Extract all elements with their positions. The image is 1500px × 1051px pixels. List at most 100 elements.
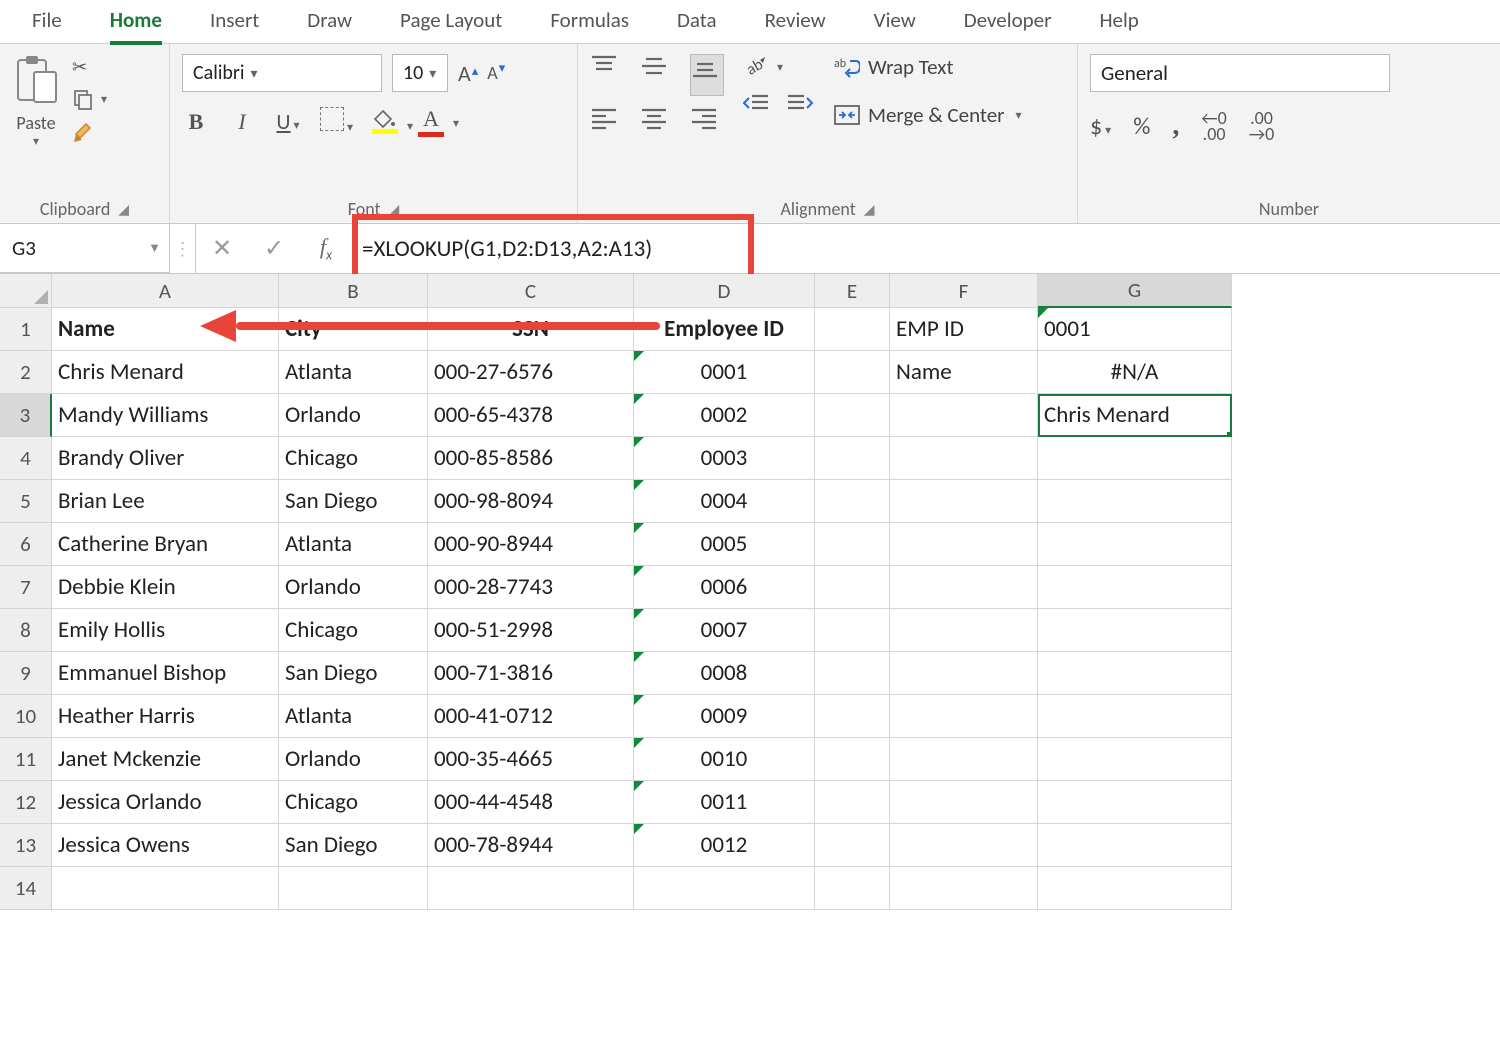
underline-button[interactable]: U▾	[274, 108, 302, 135]
cell-A9[interactable]: Emmanuel Bishop	[52, 652, 279, 695]
cell-F12[interactable]	[890, 781, 1038, 824]
cell-D7[interactable]: 0006	[634, 566, 815, 609]
cell-E13[interactable]	[815, 824, 890, 867]
tab-file[interactable]: File	[28, 7, 66, 43]
col-header-A[interactable]: A	[52, 274, 279, 308]
col-header-E[interactable]: E	[815, 274, 890, 308]
percent-format-button[interactable]: %	[1133, 112, 1150, 141]
cell-F2[interactable]: Name	[890, 351, 1038, 394]
cell-A4[interactable]: Brandy Oliver	[52, 437, 279, 480]
cell-A3[interactable]: Mandy Williams	[52, 394, 279, 437]
cell-D13[interactable]: 0012	[634, 824, 815, 867]
font-dialog-launcher[interactable]: ◢	[389, 201, 400, 218]
clipboard-dialog-launcher[interactable]: ◢	[118, 201, 129, 218]
cell-D11[interactable]: 0010	[634, 738, 815, 781]
cell-F11[interactable]	[890, 738, 1038, 781]
cell-C2[interactable]: 000-27-6576	[428, 351, 634, 394]
tab-developer[interactable]: Developer	[960, 7, 1056, 43]
cell-C10[interactable]: 000-41-0712	[428, 695, 634, 738]
cell-G13[interactable]	[1038, 824, 1232, 867]
align-top-button[interactable]	[590, 54, 624, 96]
cancel-formula-button[interactable]: ✕	[196, 224, 248, 273]
paste-button[interactable]: Paste ▾	[12, 54, 60, 149]
cell-C3[interactable]: 000-65-4378	[428, 394, 634, 437]
orientation-button[interactable]: ab▾	[742, 54, 814, 80]
cell-G14[interactable]	[1038, 867, 1232, 910]
wrap-text-button[interactable]: ab Wrap Text	[834, 54, 1022, 80]
cell-D2[interactable]: 0001	[634, 351, 815, 394]
increase-font-button[interactable]: A▴	[458, 60, 477, 87]
cell-B10[interactable]: Atlanta	[279, 695, 428, 738]
cell-C11[interactable]: 000-35-4665	[428, 738, 634, 781]
cell-F8[interactable]	[890, 609, 1038, 652]
row-header-3[interactable]: 3	[0, 394, 52, 437]
cell-C1[interactable]: SSN	[428, 308, 634, 351]
cell-B1[interactable]: City	[279, 308, 428, 351]
cell-D12[interactable]: 0011	[634, 781, 815, 824]
cell-E7[interactable]	[815, 566, 890, 609]
cell-B4[interactable]: Chicago	[279, 437, 428, 480]
row-header-9[interactable]: 9	[0, 652, 52, 695]
cell-C14[interactable]	[428, 867, 634, 910]
cell-E14[interactable]	[815, 867, 890, 910]
cell-G7[interactable]	[1038, 566, 1232, 609]
col-header-F[interactable]: F	[890, 274, 1038, 308]
cell-D14[interactable]	[634, 867, 815, 910]
tab-page-layout[interactable]: Page Layout	[396, 7, 506, 43]
cell-G11[interactable]	[1038, 738, 1232, 781]
cell-G10[interactable]	[1038, 695, 1232, 738]
increase-decimal-button[interactable]: ←0.00	[1201, 110, 1226, 142]
cell-A14[interactable]	[52, 867, 279, 910]
cell-F3[interactable]	[890, 394, 1038, 437]
row-header-2[interactable]: 2	[0, 351, 52, 394]
align-bottom-button[interactable]	[690, 54, 724, 96]
cell-E3[interactable]	[815, 394, 890, 437]
cell-C5[interactable]: 000-98-8094	[428, 480, 634, 523]
spreadsheet-grid[interactable]: ABCDEFG1NameCitySSNEmployee IDEMP ID0001…	[0, 274, 1500, 910]
select-all-corner[interactable]	[0, 274, 52, 308]
cell-F7[interactable]	[890, 566, 1038, 609]
cell-A1[interactable]: Name	[52, 308, 279, 351]
tab-review[interactable]: Review	[761, 7, 830, 43]
cell-B6[interactable]: Atlanta	[279, 523, 428, 566]
tab-draw[interactable]: Draw	[303, 7, 356, 43]
cell-G2[interactable]: #N/A	[1038, 351, 1232, 394]
cell-F13[interactable]	[890, 824, 1038, 867]
cell-G5[interactable]	[1038, 480, 1232, 523]
alignment-dialog-launcher[interactable]: ◢	[864, 201, 875, 218]
cell-G12[interactable]	[1038, 781, 1232, 824]
comma-format-button[interactable]: ,	[1172, 110, 1179, 142]
cell-B7[interactable]: Orlando	[279, 566, 428, 609]
cell-G9[interactable]	[1038, 652, 1232, 695]
cell-A8[interactable]: Emily Hollis	[52, 609, 279, 652]
cell-A12[interactable]: Jessica Orlando	[52, 781, 279, 824]
col-header-D[interactable]: D	[634, 274, 815, 308]
cell-B9[interactable]: San Diego	[279, 652, 428, 695]
row-header-7[interactable]: 7	[0, 566, 52, 609]
cell-F4[interactable]	[890, 437, 1038, 480]
cell-F10[interactable]	[890, 695, 1038, 738]
align-center-button[interactable]	[640, 106, 674, 148]
cell-A2[interactable]: Chris Menard	[52, 351, 279, 394]
tab-insert[interactable]: Insert	[206, 7, 263, 43]
cell-E6[interactable]	[815, 523, 890, 566]
cell-D3[interactable]: 0002	[634, 394, 815, 437]
row-header-4[interactable]: 4	[0, 437, 52, 480]
accounting-format-button[interactable]: $▾	[1090, 112, 1111, 141]
font-size-select[interactable]: 10▾	[392, 54, 448, 92]
cell-F1[interactable]: EMP ID	[890, 308, 1038, 351]
align-left-button[interactable]	[590, 106, 624, 148]
cell-A5[interactable]: Brian Lee	[52, 480, 279, 523]
col-header-G[interactable]: G	[1038, 274, 1232, 308]
cell-G6[interactable]	[1038, 523, 1232, 566]
cell-C8[interactable]: 000-51-2998	[428, 609, 634, 652]
cell-D10[interactable]: 0009	[634, 695, 815, 738]
tab-home[interactable]: Home	[106, 7, 166, 43]
cell-A13[interactable]: Jessica Owens	[52, 824, 279, 867]
col-header-B[interactable]: B	[279, 274, 428, 308]
cell-D5[interactable]: 0004	[634, 480, 815, 523]
cell-D9[interactable]: 0008	[634, 652, 815, 695]
merge-center-button[interactable]: Merge & Center▾	[834, 102, 1022, 128]
decrease-font-button[interactable]: A▾	[487, 62, 504, 84]
cell-F5[interactable]	[890, 480, 1038, 523]
